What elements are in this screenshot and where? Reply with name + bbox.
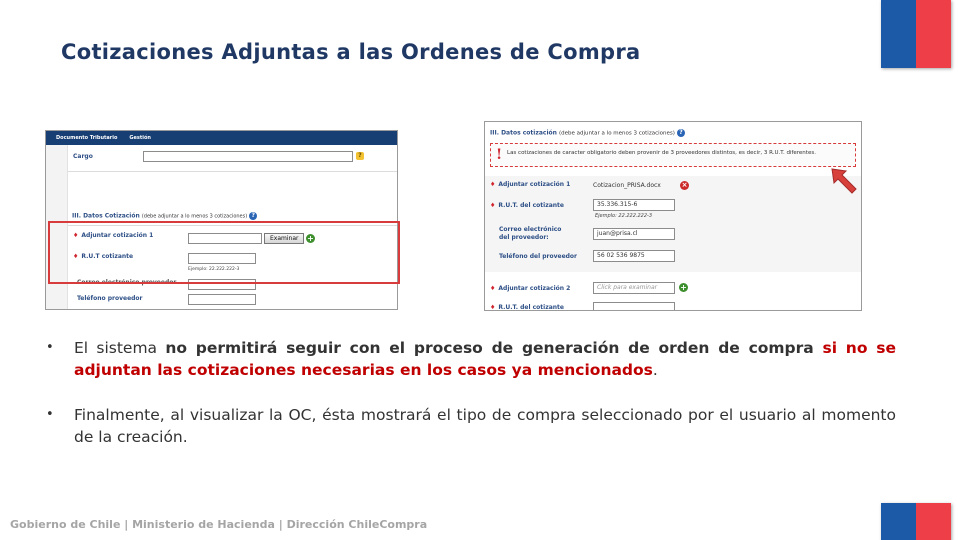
info-icon: ? [676,129,685,137]
adjuntar1-label: ♦ Adjuntar cotización 1 [490,181,571,188]
bullet-item-1: El sistema no permitirá seguir con el pr… [46,337,896,381]
telefono-label: Teléfono del proveedor [499,253,578,260]
cargo-label: Cargo [73,153,93,160]
screenshot-nav-bar: Documento Tributario Gestión [46,131,397,145]
correo-field[interactable]: juan@prisa.cl [593,228,675,240]
warning-icon: ! [496,147,503,163]
attached-file-name: Cotizacion_PRISA.docx [593,182,661,189]
correo-label-line2: del proveedor: [499,234,549,241]
cargo-field[interactable] [143,151,353,162]
footer-text: Gobierno de Chile | Ministerio de Hacien… [10,518,428,531]
chile-flag-decoration-top [881,0,951,68]
telefono-field[interactable] [188,294,256,305]
chile-flag-decoration-bottom [881,503,951,540]
pointer-arrow-icon [831,168,857,194]
rut-label: ♦ R.U.T. del cotizante [490,202,564,209]
nav-item-documento: Documento Tributario [56,135,118,141]
delete-icon[interactable]: × [680,181,689,190]
bullet-list: El sistema no permitirá seguir con el pr… [46,337,896,448]
adjuntar2-label: ♦ Adjuntar cotización 2 [490,285,571,292]
info-icon: ? [249,212,258,220]
add-icon[interactable]: + [679,283,688,292]
correo-label-line1: Correo electrónico [499,226,562,233]
slide-title: Cotizaciones Adjuntas a las Ordenes de C… [61,40,641,64]
telefono-label: Teléfono proveedor [77,295,143,302]
highlight-box [48,221,400,284]
rut2-field[interactable] [593,302,675,310]
section-title-datos-cotizacion: III. Datos Cotización (debe adjuntar a l… [72,212,258,220]
warning-message: ! Las cotizaciones de caracter obligator… [490,143,856,167]
adjuntar2-field[interactable]: Click para examinar [593,282,675,294]
screenshot-form-after: III. Datos cotización (debe adjuntar a l… [484,121,862,311]
telefono-field[interactable]: 56 02 536 9875 [593,250,675,262]
section-title-datos-cotizacion: III. Datos cotización (debe adjuntar a l… [490,129,685,137]
help-icon[interactable]: ? [356,152,364,160]
rut-field[interactable]: 35.336.315-6 [593,199,675,211]
rut-hint: Ejemplo: 22.222.222-3 [595,213,653,219]
nav-item-gestion: Gestión [129,135,151,141]
bullet-item-2: Finalmente, al visualizar la OC, ésta mo… [46,404,896,448]
rut2-label: ♦ R.U.T. del cotizante [490,304,564,311]
